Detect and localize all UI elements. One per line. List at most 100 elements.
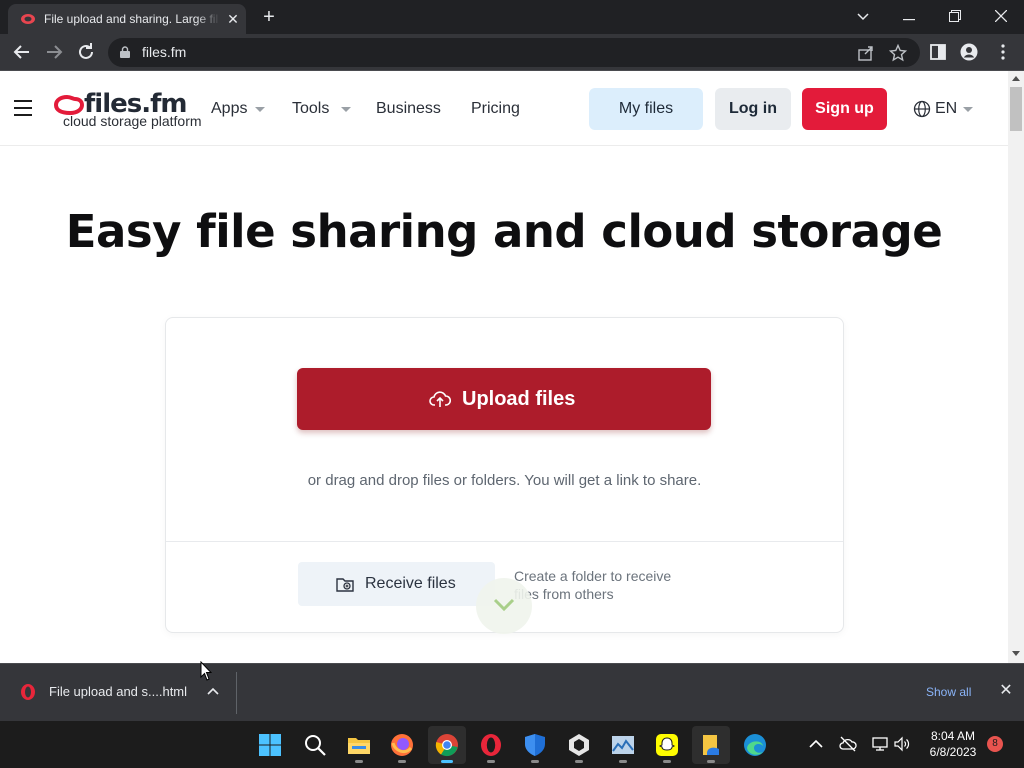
- download-shelf: File upload and s....html Show all ✕: [0, 663, 1024, 721]
- site-header: files.fm cloud storage platform Apps Too…: [0, 71, 1008, 146]
- taskbar-running-indicator: [531, 760, 539, 763]
- sign-up-button[interactable]: Sign up: [802, 88, 887, 130]
- taskbar-running-indicator: [707, 760, 715, 763]
- browser-title-bar: File upload and sharing. Large fil ✕ +: [0, 0, 1024, 34]
- search-icon: [305, 735, 326, 756]
- file-explorer-icon: [348, 738, 370, 754]
- taskbar-snapchat[interactable]: [648, 726, 686, 764]
- address-bar[interactable]: files.fm: [108, 38, 920, 67]
- notification-badge[interactable]: 8: [987, 736, 1003, 752]
- receive-files-button[interactable]: Receive files: [298, 562, 495, 606]
- minimize-icon[interactable]: [889, 3, 929, 29]
- show-all-downloads-link[interactable]: Show all: [926, 684, 971, 700]
- url-text[interactable]: files.fm: [142, 44, 186, 61]
- firefox-icon: [391, 734, 413, 756]
- edge-icon: [744, 734, 766, 756]
- lock-icon[interactable]: [120, 46, 130, 58]
- close-window-icon[interactable]: [981, 3, 1021, 29]
- photos-icon: [612, 736, 634, 754]
- scroll-down-button[interactable]: [476, 578, 532, 634]
- taskbar-clock[interactable]: 8:04 AM 6/8/2023: [920, 728, 986, 760]
- upload-files-button[interactable]: Upload files: [297, 368, 711, 430]
- chevron-up-icon[interactable]: [206, 684, 220, 698]
- close-download-shelf-icon[interactable]: ✕: [998, 683, 1014, 699]
- card-divider: [166, 541, 843, 542]
- download-file-name: File upload and s....html: [49, 684, 188, 699]
- clock-time: 8:04 AM: [930, 729, 976, 743]
- taskbar-running-indicator: [355, 760, 363, 763]
- taskbar-running-indicator: [619, 760, 627, 763]
- page-viewport: files.fm cloud storage platform Apps Too…: [0, 71, 1008, 663]
- page-scrollbar[interactable]: [1008, 71, 1024, 663]
- nav-pricing[interactable]: Pricing: [471, 99, 520, 119]
- taskbar-unity[interactable]: [560, 726, 598, 764]
- taskbar-opera[interactable]: [472, 726, 510, 764]
- reload-icon[interactable]: [74, 40, 98, 64]
- folder-receive-icon: [336, 578, 354, 592]
- my-files-button[interactable]: My files: [589, 88, 703, 130]
- windows-taskbar: 8:04 AM 6/8/2023: [0, 721, 1024, 768]
- tab-close-icon[interactable]: ✕: [224, 10, 242, 28]
- upload-files-label: Upload files: [462, 388, 576, 410]
- taskbar-running-indicator: [398, 760, 406, 763]
- taskbar-chrome[interactable]: [428, 726, 466, 764]
- defender-icon: [525, 734, 545, 756]
- tray-chevron-up-icon[interactable]: [807, 735, 825, 753]
- new-tab-icon[interactable]: +: [258, 6, 280, 28]
- opera-icon: [481, 734, 501, 756]
- clock-date: 6/8/2023: [929, 745, 977, 759]
- drag-and-drop-hint: or drag and drop files or folders. You w…: [307, 472, 702, 489]
- scroll-up-arrow-icon[interactable]: [1012, 76, 1020, 81]
- tab-search-icon[interactable]: [843, 3, 883, 29]
- network-icon[interactable]: [871, 735, 889, 753]
- share-icon[interactable]: [857, 44, 875, 62]
- forward-icon[interactable]: [42, 40, 66, 64]
- scroll-down-arrow-icon[interactable]: [1012, 651, 1020, 656]
- tools-chevron-down-icon[interactable]: [341, 107, 351, 112]
- back-icon[interactable]: [10, 40, 34, 64]
- start-button[interactable]: [251, 726, 289, 764]
- receive-files-description: Create a folder to receive files from ot…: [514, 568, 672, 602]
- side-panel-icon[interactable]: [929, 43, 947, 61]
- taskbar-edge[interactable]: [736, 726, 774, 764]
- taskbar-running-indicator: [663, 760, 671, 763]
- unity-icon: [569, 734, 589, 756]
- taskbar-files-app[interactable]: [692, 726, 730, 764]
- taskbar-defender[interactable]: [516, 726, 554, 764]
- nav-business[interactable]: Business: [376, 99, 441, 119]
- bookmark-star-icon[interactable]: [889, 44, 907, 62]
- volume-icon[interactable]: [893, 735, 911, 753]
- log-in-button[interactable]: Log in: [715, 88, 791, 130]
- tab-title: File upload and sharing. Large fil: [44, 10, 220, 28]
- language-label: EN: [935, 100, 958, 117]
- start-icon: [259, 734, 281, 756]
- language-chevron-down-icon: [963, 107, 973, 112]
- files-icon: [703, 735, 719, 755]
- taskbar-running-indicator: [487, 760, 495, 763]
- profile-icon[interactable]: [960, 43, 978, 61]
- menu-kebab-icon[interactable]: [994, 43, 1012, 61]
- onedrive-offline-icon[interactable]: [839, 735, 857, 753]
- taskbar-active-indicator: [441, 760, 453, 763]
- nav-apps[interactable]: Apps: [211, 99, 247, 119]
- scrollbar-thumb[interactable]: [1010, 87, 1022, 131]
- taskbar-file-explorer[interactable]: [340, 726, 378, 764]
- mouse-cursor-icon: [200, 661, 212, 681]
- apps-chevron-down-icon[interactable]: [255, 107, 265, 112]
- hamburger-menu-icon[interactable]: [14, 100, 32, 116]
- chevron-down-icon: [493, 598, 515, 612]
- files-fm-favicon-icon: [21, 14, 35, 24]
- logo-tagline: cloud storage platform: [63, 113, 202, 129]
- chrome-icon: [435, 734, 458, 757]
- taskbar-firefox[interactable]: [383, 726, 421, 764]
- files-fm-logo[interactable]: files.fm cloud storage platform: [52, 89, 202, 131]
- globe-icon: [913, 100, 931, 118]
- language-selector[interactable]: EN: [913, 99, 977, 119]
- restore-icon[interactable]: [935, 3, 975, 29]
- browser-tab[interactable]: File upload and sharing. Large fil ✕: [8, 4, 246, 34]
- download-separator: [236, 672, 237, 714]
- browser-toolbar: files.fm: [0, 34, 1024, 71]
- taskbar-search-button[interactable]: [296, 726, 334, 764]
- nav-tools[interactable]: Tools: [292, 99, 329, 119]
- taskbar-photos[interactable]: [604, 726, 642, 764]
